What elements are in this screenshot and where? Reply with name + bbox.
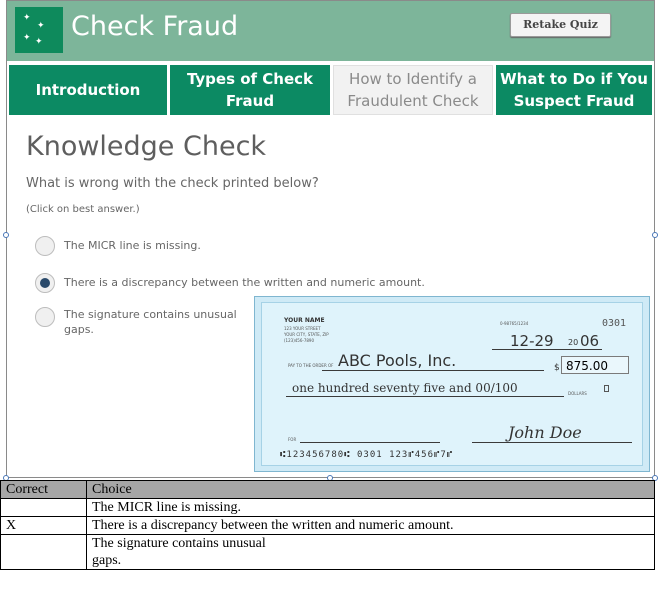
- check-account-name: YOUR NAME: [284, 317, 325, 324]
- check-image: YOUR NAME 123 YOUR STREET YOUR CITY, STA…: [254, 296, 650, 472]
- check-numeric-amount: 875.00: [561, 356, 629, 374]
- check-face: YOUR NAME 123 YOUR STREET YOUR CITY, STA…: [261, 302, 643, 466]
- choice-cell: The signature contains unusual gaps.: [86, 534, 655, 570]
- correct-cell: [0, 498, 87, 517]
- date-line: [492, 349, 602, 350]
- column-header-choice: Choice: [86, 480, 655, 499]
- check-address: 123 YOUR STREET YOUR CITY, STATE, ZIP (1…: [284, 326, 329, 343]
- check-date-year: 06: [580, 332, 600, 350]
- choice-cell: There is a discrepancy between the writt…: [86, 516, 655, 535]
- dollar-sign: $: [554, 363, 560, 373]
- question-text: What is wrong with the check printed bel…: [26, 176, 319, 191]
- table-header-row: Correct Choice: [0, 480, 655, 499]
- header-bar: ✦ ✦ ✦ ✦ Check Fraud Retake Quiz: [7, 1, 654, 61]
- check-date-century: 20: [568, 338, 579, 347]
- quiz-frame: ✦ ✦ ✦ ✦ Check Fraud Retake Quiz Introduc…: [6, 0, 655, 478]
- tab-types-of-check-fraud[interactable]: Types of Check Fraud: [170, 65, 330, 115]
- check-number: 0301: [602, 318, 627, 329]
- pay-to-label: PAY TO THE ORDER OF: [288, 363, 334, 368]
- knowledge-check-heading: Knowledge Check: [26, 131, 267, 162]
- tab-introduction[interactable]: Introduction: [9, 65, 167, 115]
- instruction-hint: (Click on best answer.): [26, 204, 140, 215]
- memo-label: FOR: [288, 437, 297, 442]
- choice-cell: The MICR line is missing.: [86, 498, 655, 517]
- correct-cell: [0, 534, 87, 570]
- amount-line: [286, 396, 564, 397]
- retake-quiz-button[interactable]: Retake Quiz: [510, 13, 611, 37]
- answer-table: Correct Choice The MICR line is missing.…: [0, 480, 655, 570]
- check-written-amount: one hundred seventy five and 00/100: [292, 381, 518, 395]
- answer-label: There is a discrepancy between the writt…: [64, 276, 425, 289]
- tab-bar: Introduction Types of Check Fraud How to…: [9, 65, 652, 115]
- column-header-correct: Correct: [0, 480, 87, 499]
- check-date: 12-29: [510, 332, 554, 350]
- payee-line: [322, 370, 544, 371]
- radio-button[interactable]: [35, 236, 55, 256]
- security-lock-icon: [604, 385, 609, 392]
- radio-button[interactable]: [35, 307, 55, 327]
- resize-handle[interactable]: [3, 232, 9, 238]
- check-routing-fraction: 0-98765/1234: [500, 321, 529, 326]
- table-row: The MICR line is missing.: [0, 498, 655, 517]
- radio-button-selected[interactable]: [35, 273, 55, 293]
- resize-handle[interactable]: [652, 232, 658, 238]
- dollars-label: DOLLARS: [568, 391, 587, 396]
- table-row: The signature contains unusual gaps.: [0, 534, 655, 570]
- check-micr-line: ⑆123456780⑆ 0301 123⑈456⑈7⑈: [280, 450, 454, 460]
- check-signature: John Doe: [508, 423, 582, 442]
- answer-label: The signature contains unusual gaps.: [64, 308, 237, 336]
- memo-line: [300, 442, 440, 443]
- correct-cell: X: [0, 516, 87, 535]
- page-title: Check Fraud: [71, 11, 239, 42]
- signature-line: [472, 442, 632, 443]
- bank-logo-icon: ✦ ✦ ✦ ✦: [15, 7, 63, 53]
- answer-label: The MICR line is missing.: [64, 239, 201, 252]
- check-payee: ABC Pools, Inc.: [338, 351, 457, 370]
- tab-what-to-do[interactable]: What to Do if You Suspect Fraud: [496, 65, 652, 115]
- tab-how-to-identify[interactable]: How to Identify a Fraudulent Check: [333, 65, 493, 115]
- table-row: X There is a discrepancy between the wri…: [0, 516, 655, 535]
